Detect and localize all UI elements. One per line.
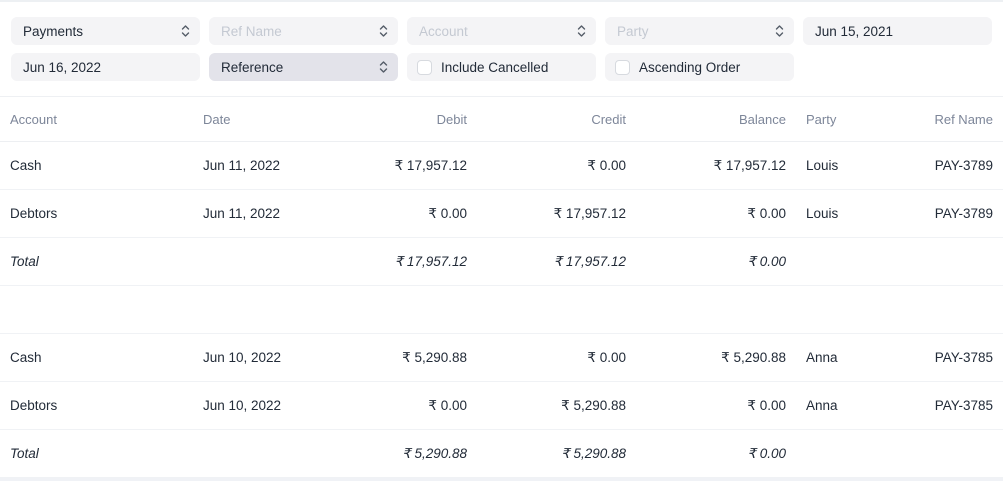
- ascending-order-checkbox[interactable]: Ascending Order: [605, 53, 794, 81]
- cell-debit: ₹ 17,957.12: [333, 254, 477, 270]
- cell-date: Jun 10, 2022: [193, 398, 333, 413]
- table-header-row: Account Date Debit Credit Balance Party …: [0, 97, 1003, 142]
- cell-date: Jun 10, 2022: [193, 350, 333, 365]
- include-cancelled-label: Include Cancelled: [441, 60, 548, 75]
- filter-row-2: Reference Include Cancelled Ascending Or…: [11, 53, 992, 81]
- cell-balance: ₹ 0.00: [636, 446, 796, 462]
- account-select[interactable]: Account: [407, 17, 596, 45]
- cell-ref-name: PAY-3785: [896, 350, 1003, 365]
- party-select[interactable]: Party: [605, 17, 794, 45]
- cell-debit: ₹ 5,290.88: [333, 350, 477, 366]
- cell-credit: ₹ 17,957.12: [477, 254, 636, 270]
- table-row[interactable]: Debtors Jun 11, 2022 ₹ 0.00 ₹ 17,957.12 …: [0, 190, 1003, 238]
- checkbox-icon: [615, 60, 630, 75]
- include-cancelled-checkbox[interactable]: Include Cancelled: [407, 53, 596, 81]
- report-type-value: Payments: [23, 24, 83, 39]
- ascending-order-label: Ascending Order: [639, 60, 740, 75]
- col-header-party: Party: [796, 112, 896, 127]
- cell-debit: ₹ 0.00: [333, 206, 477, 222]
- cell-ref-name: PAY-3789: [896, 158, 1003, 173]
- cell-credit: ₹ 0.00: [477, 350, 636, 366]
- cell-credit: ₹ 5,290.88: [477, 398, 636, 414]
- ledger-table: Account Date Debit Credit Balance Party …: [0, 97, 1003, 481]
- cell-party: Anna: [796, 398, 896, 413]
- cell-account: Total: [0, 254, 193, 269]
- ref-name-placeholder: Ref Name: [221, 24, 282, 39]
- group-by-select[interactable]: Reference: [209, 53, 398, 81]
- account-placeholder: Account: [419, 24, 468, 39]
- cell-ref-name: PAY-3789: [896, 206, 1003, 221]
- filter-bar: Payments Ref Name Account Party: [0, 2, 1003, 97]
- ref-name-select[interactable]: Ref Name: [209, 17, 398, 45]
- cell-account: Cash: [0, 158, 193, 173]
- group-spacer-row: [0, 286, 1003, 334]
- cell-balance: ₹ 17,957.12: [636, 158, 796, 174]
- cell-party: Louis: [796, 158, 896, 173]
- cell-party: Anna: [796, 350, 896, 365]
- select-updown-icon: [775, 24, 784, 38]
- col-header-debit: Debit: [333, 112, 477, 127]
- cell-credit: ₹ 0.00: [477, 158, 636, 174]
- group-by-value: Reference: [221, 60, 283, 75]
- to-date-input[interactable]: [803, 17, 992, 45]
- cell-balance: ₹ 0.00: [636, 398, 796, 414]
- select-updown-icon: [379, 60, 388, 74]
- col-header-account: Account: [0, 112, 193, 127]
- cell-balance: ₹ 0.00: [636, 254, 796, 270]
- cell-ref-name: PAY-3785: [896, 398, 1003, 413]
- col-header-date: Date: [193, 112, 333, 127]
- cell-balance: ₹ 0.00: [636, 206, 796, 222]
- cell-account: Total: [0, 446, 193, 461]
- party-placeholder: Party: [617, 24, 649, 39]
- table-row[interactable]: Cash Jun 11, 2022 ₹ 17,957.12 ₹ 0.00 ₹ 1…: [0, 142, 1003, 190]
- from-date-input[interactable]: [11, 53, 200, 81]
- select-updown-icon: [181, 24, 190, 38]
- cell-account: Cash: [0, 350, 193, 365]
- cell-debit: ₹ 17,957.12: [333, 158, 477, 174]
- cell-debit: ₹ 0.00: [333, 398, 477, 414]
- select-updown-icon: [577, 24, 586, 38]
- cell-credit: ₹ 5,290.88: [477, 446, 636, 462]
- cell-party: Louis: [796, 206, 896, 221]
- filter-row-1: Payments Ref Name Account Party: [11, 17, 992, 45]
- select-updown-icon: [379, 24, 388, 38]
- col-header-balance: Balance: [636, 112, 796, 127]
- cell-debit: ₹ 5,290.88: [333, 446, 477, 462]
- report-type-select[interactable]: Payments: [11, 17, 200, 45]
- cell-date: Jun 11, 2022: [193, 158, 333, 173]
- table-row[interactable]: Cash Jun 10, 2022 ₹ 5,290.88 ₹ 0.00 ₹ 5,…: [0, 334, 1003, 382]
- col-header-ref-name: Ref Name: [896, 112, 1003, 127]
- col-header-credit: Credit: [477, 112, 636, 127]
- total-row: Total ₹ 17,957.12 ₹ 17,957.12 ₹ 0.00: [0, 238, 1003, 286]
- total-row: Total ₹ 5,290.88 ₹ 5,290.88 ₹ 0.00: [0, 430, 1003, 478]
- table-row[interactable]: Debtors Jun 10, 2022 ₹ 0.00 ₹ 5,290.88 ₹…: [0, 382, 1003, 430]
- cell-account: Debtors: [0, 398, 193, 413]
- cell-credit: ₹ 17,957.12: [477, 206, 636, 222]
- cell-date: Jun 11, 2022: [193, 206, 333, 221]
- checkbox-icon: [417, 60, 432, 75]
- cell-balance: ₹ 5,290.88: [636, 350, 796, 366]
- cell-account: Debtors: [0, 206, 193, 221]
